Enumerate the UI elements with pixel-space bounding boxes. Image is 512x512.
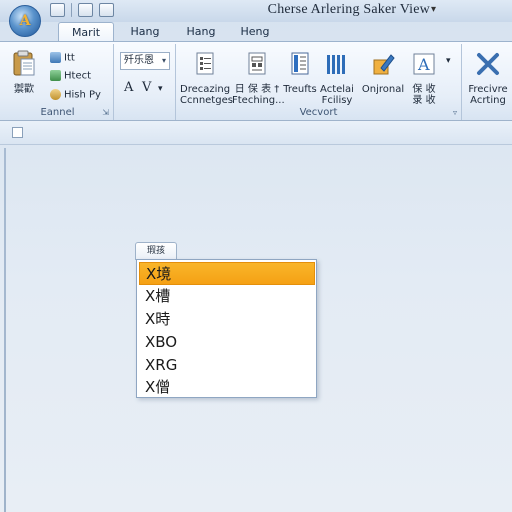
frecivre-label-1: Frecivre [468, 84, 508, 95]
fteching-label-2: Fteching... [232, 95, 285, 106]
copy-icon [50, 70, 61, 81]
format-painter-button[interactable]: Hish Py [50, 89, 101, 101]
select-all-checkbox[interactable] [12, 127, 23, 138]
cut-label: Itt [64, 52, 75, 64]
format-painter-label: Hish Py [64, 89, 101, 101]
tab-hang-2[interactable]: Hang [178, 22, 224, 42]
font-grow-button[interactable]: A [124, 81, 133, 94]
font-combo-value: 歼乐恩 [124, 55, 154, 66]
onjronal-label: Onjronal [361, 84, 405, 95]
actelai-label-2: Fcilisy [321, 95, 353, 106]
document-list-icon [196, 52, 214, 75]
gallery-more-chevron-icon[interactable]: ▾ [446, 56, 451, 67]
list-item[interactable]: X境 [139, 262, 315, 285]
left-edge-border [4, 148, 6, 512]
app-menu-button[interactable]: A [9, 5, 41, 37]
tab-heng[interactable]: Heng [232, 22, 278, 42]
list-item[interactable]: X槽 [139, 285, 315, 308]
fteching-label-1: 日 保 表 † [234, 84, 280, 95]
text-a-icon: A [413, 53, 435, 75]
ribbon-tabs: Marit Hang Hang Heng [0, 22, 512, 42]
paste-label: 禦歡 [14, 84, 34, 95]
ribbon: 禦歡 Itt Htect Hish Py Eannel ⇲ 歼乐恩 ▾ A V … [0, 41, 512, 121]
dialog-launcher-icon[interactable]: ⇲ [102, 108, 109, 117]
app-logo-icon: A [19, 13, 31, 29]
document-grid-icon [248, 52, 266, 75]
chevron-down-icon: ▾ [161, 56, 166, 65]
text-style-button[interactable]: A 保 收 录 收 [408, 52, 440, 106]
tab-hang-1[interactable]: Hang [122, 22, 168, 42]
paste-icon [13, 50, 35, 76]
copy-label: Htect [64, 70, 92, 82]
actelai-label-1: Actelai [320, 84, 354, 95]
drecazing-button[interactable]: Drecazing Ccnnetges [180, 52, 233, 106]
dialog-launcher-icon-2[interactable]: ▿ [453, 108, 457, 117]
frecivre-label-2: Acrting [470, 95, 506, 106]
list-item[interactable]: X時 [139, 308, 315, 331]
tab-marit[interactable]: Marit [58, 22, 114, 42]
bars-icon [327, 55, 345, 74]
text-style-label-1: 保 收 [412, 84, 436, 95]
group-label-eannel: Eannel [40, 107, 75, 118]
edit-pencil-icon [373, 54, 395, 75]
text-style-label-2: 录 收 [412, 95, 436, 106]
treufts-label: Treufts [283, 84, 317, 95]
drecazing-label-2: Ccnnetges [180, 95, 233, 106]
toolbar-divider [71, 3, 72, 17]
onjronal-button[interactable]: Onjronal [358, 52, 408, 95]
svg-text:A: A [417, 55, 430, 74]
title-dropdown-icon[interactable]: ▾ [431, 4, 436, 15]
title-bar: Cherse Arlering Saker View ▾ [0, 0, 512, 22]
group-label-vecvort: Vecvort [299, 107, 338, 118]
save-icon[interactable] [50, 3, 65, 17]
fteching-button[interactable]: 日 保 表 † Fteching... [232, 52, 285, 106]
ribbon-group-frecivre: Frecivre Acrting [462, 44, 512, 120]
cut-icon [50, 52, 61, 63]
copy-button[interactable]: Htect [50, 70, 91, 82]
list-item[interactable]: XRG [139, 354, 315, 377]
paste-button[interactable]: 禦歡 [8, 50, 40, 95]
drecazing-label-1: Drecazing [180, 84, 231, 95]
window-title: Cherse Arlering Saker View [267, 2, 430, 17]
sub-toolbar [0, 121, 512, 145]
font-combo[interactable]: 歼乐恩 ▾ [120, 52, 170, 70]
ribbon-group-font: 歼乐恩 ▾ A V ▾ [114, 44, 176, 120]
cut-button[interactable]: Itt [50, 52, 75, 64]
dropdown-list: X境 X槽 X時 XBO XRG X僧 [136, 259, 317, 398]
font-shrink-button[interactable]: V [142, 81, 151, 94]
print-icon[interactable] [99, 3, 114, 17]
list-item[interactable]: XBO [139, 331, 315, 354]
close-x-icon [477, 53, 499, 75]
quick-access-toolbar [50, 3, 114, 17]
columns-icon [291, 52, 309, 75]
ribbon-group-vecvort: Drecazing Ccnnetges 日 保 表 † Fteching... … [176, 44, 462, 120]
treufts-button[interactable]: Treufts [282, 52, 318, 95]
dropdown-header-tab[interactable]: 瑕孩 [135, 242, 177, 260]
frecivre-button[interactable]: Frecivre Acrting [464, 52, 512, 106]
brush-icon [50, 89, 61, 100]
list-item[interactable]: X僧 [139, 376, 315, 399]
font-options-chevron-icon[interactable]: ▾ [158, 84, 163, 95]
ribbon-group-eannel: 禦歡 Itt Htect Hish Py Eannel ⇲ [2, 44, 114, 120]
undo-icon[interactable] [78, 3, 93, 17]
actelai-button[interactable]: Actelai Fcilisy [318, 52, 356, 106]
